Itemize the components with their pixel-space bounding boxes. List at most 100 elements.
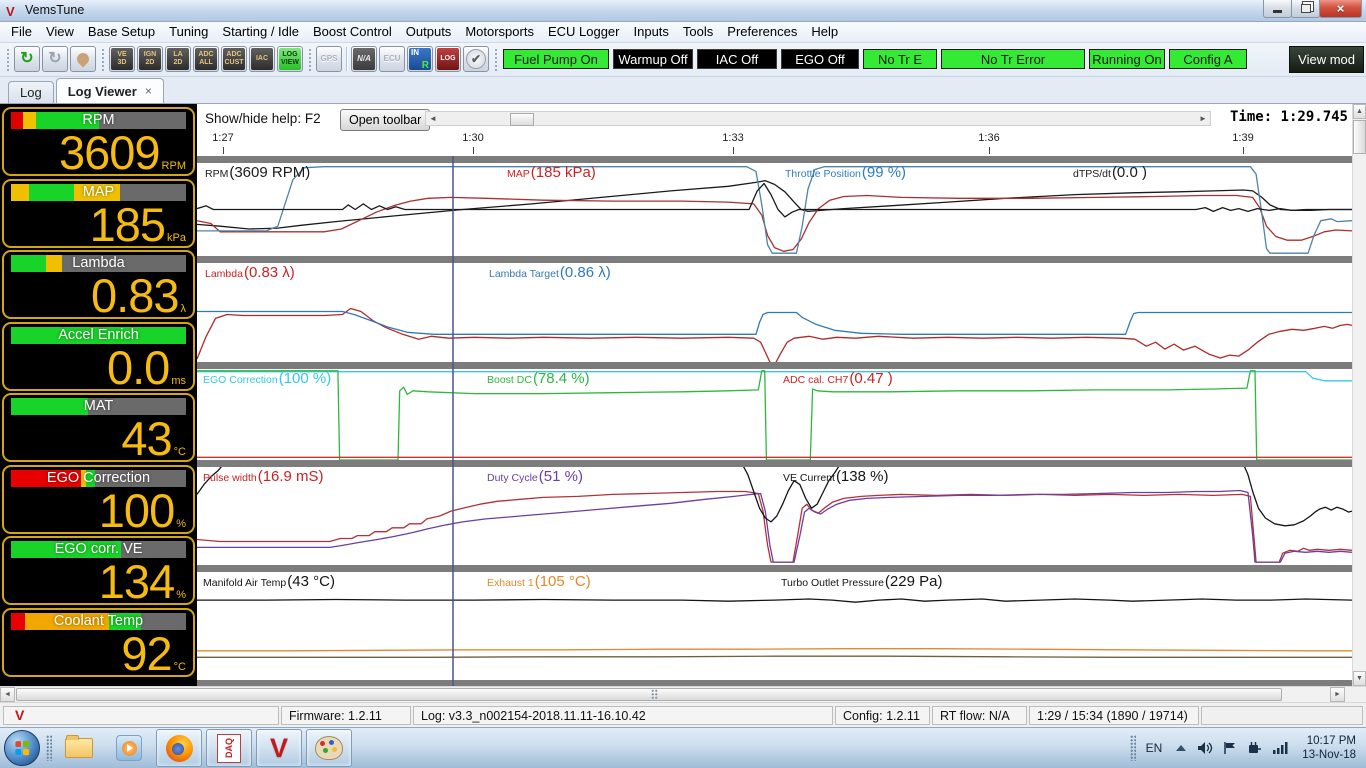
- log-chart-area[interactable]: Show/hide help: F2 Open toolbar ◄ ► Time…: [197, 104, 1352, 686]
- horizontal-scrollbar[interactable]: ◄ ►: [0, 686, 1366, 702]
- chart-scrollbar[interactable]: ◄ ►: [425, 111, 1211, 126]
- ign-2d-button[interactable]: IGN2D: [137, 46, 163, 72]
- scroll-down-icon[interactable]: ▼: [1353, 671, 1366, 686]
- gauge-value: 100: [99, 491, 174, 531]
- menu-item-tuning[interactable]: Tuning: [162, 23, 215, 40]
- status-running-on[interactable]: Running On: [1089, 49, 1165, 69]
- gauge-unit: λ: [181, 303, 187, 316]
- ve-3d-button[interactable]: VE3D: [109, 46, 135, 72]
- iac-button[interactable]: IAC: [249, 46, 275, 72]
- status-fuel-pump-on[interactable]: Fuel Pump On: [503, 49, 609, 69]
- tab-strip: LogLog Viewer×: [0, 77, 1366, 105]
- hscroll-left-icon[interactable]: ◄: [0, 687, 15, 702]
- gauge-panel: RPM3609RPMMAP185kPaLambda0.83λAccel Enri…: [0, 104, 197, 686]
- explorer-taskbar-button[interactable]: [56, 729, 102, 767]
- ecu-button[interactable]: ECU: [379, 46, 405, 72]
- gauge-lambda[interactable]: Lambda0.83λ: [2, 250, 195, 319]
- menu-item-tools[interactable]: Tools: [676, 23, 720, 40]
- gps-button[interactable]: GPS: [316, 46, 342, 72]
- statusbar-filler: [1201, 706, 1363, 725]
- tab-log-viewer[interactable]: Log Viewer×: [56, 78, 164, 103]
- action-center-flag-icon[interactable]: [1223, 741, 1237, 755]
- gauge-rpm[interactable]: RPM3609RPM: [2, 107, 195, 176]
- power-plug-icon[interactable]: [1247, 741, 1262, 755]
- vemstune-icon: V: [270, 735, 288, 762]
- volume-icon[interactable]: [1197, 741, 1213, 755]
- scroll-up-icon[interactable]: ▲: [1353, 104, 1366, 119]
- language-indicator[interactable]: EN: [1146, 741, 1163, 755]
- status-warmup-off[interactable]: Warmup Off: [613, 49, 693, 69]
- minimize-button[interactable]: [1263, 0, 1292, 18]
- vemstune-logo-icon: [6, 3, 20, 17]
- statusbar-config: Config: 1.2.11: [835, 706, 930, 725]
- hscroll-thumb[interactable]: [16, 688, 1282, 701]
- scroll-right-icon[interactable]: ►: [1196, 112, 1210, 125]
- menu-item-view[interactable]: View: [39, 23, 81, 40]
- gauge-ego-correction[interactable]: EGO Correction100%: [2, 465, 195, 534]
- menu-item-motorsports[interactable]: Motorsports: [458, 23, 541, 40]
- sync-disabled-button[interactable]: ↻: [42, 46, 68, 72]
- idaq-taskbar-button[interactable]: DAQ: [206, 729, 252, 767]
- vemstune-taskbar-button[interactable]: V: [256, 729, 302, 767]
- firefox-taskbar-button[interactable]: [156, 729, 202, 767]
- time-tick-mark: [1243, 147, 1244, 154]
- restore-icon: [1301, 4, 1311, 13]
- time-tick-label: 1:36: [978, 132, 999, 144]
- na-button[interactable]: N/A: [351, 46, 377, 72]
- menu-item-boost-control[interactable]: Boost Control: [306, 23, 399, 40]
- menu-item-preferences[interactable]: Preferences: [720, 23, 804, 40]
- menu-item-inputs[interactable]: Inputs: [627, 23, 676, 40]
- tab-log[interactable]: Log: [8, 81, 54, 103]
- tab-close-icon[interactable]: ×: [145, 84, 152, 98]
- vertical-scrollbar[interactable]: ▲ ▼: [1352, 104, 1366, 686]
- show-hidden-icons-icon[interactable]: [1175, 743, 1187, 753]
- menu-item-outputs[interactable]: Outputs: [399, 23, 459, 40]
- statusbar-logo-panel: V: [3, 706, 279, 725]
- network-signal-icon[interactable]: [1272, 741, 1289, 755]
- menu-item-base-setup[interactable]: Base Setup: [81, 23, 162, 40]
- adc-cust-button[interactable]: ADCCUST: [221, 46, 247, 72]
- window-title: VemsTune: [25, 3, 84, 17]
- open-toolbar-button[interactable]: Open toolbar: [340, 109, 430, 131]
- paint-taskbar-button[interactable]: [306, 729, 352, 767]
- gauge-mat[interactable]: MAT43°C: [2, 393, 195, 462]
- view-mode-button[interactable]: View mod: [1289, 46, 1364, 73]
- status-config-a[interactable]: Config A: [1169, 49, 1247, 69]
- gauge-map[interactable]: MAP185kPa: [2, 179, 195, 248]
- log-view-button[interactable]: LOGVIEW: [277, 46, 303, 72]
- log-plot[interactable]: [197, 156, 1352, 686]
- menu-item-starting-idle[interactable]: Starting / Idle: [215, 23, 306, 40]
- media-player-taskbar-button[interactable]: [106, 729, 152, 767]
- status-iac-off[interactable]: IAC Off: [697, 49, 777, 69]
- scroll-left-icon[interactable]: ◄: [426, 112, 440, 125]
- idaq-icon: DAQ: [217, 734, 241, 763]
- burn-button[interactable]: [70, 46, 96, 72]
- menu-item-ecu-logger[interactable]: ECU Logger: [541, 23, 627, 40]
- explorer-icon: [65, 738, 93, 758]
- gauge-ego-corr-ve[interactable]: EGO corr. VE134%: [2, 536, 195, 605]
- clock[interactable]: 10:17 PM 13-Nov-18: [1302, 734, 1356, 762]
- gauge-unit: °C: [174, 661, 186, 674]
- restore-button[interactable]: [1291, 0, 1320, 18]
- vscroll-thumb[interactable]: [1353, 120, 1366, 154]
- adc-all-button[interactable]: ADCALL: [193, 46, 219, 72]
- scroll-thumb[interactable]: [510, 113, 534, 126]
- hscroll-right-icon[interactable]: ►: [1330, 687, 1345, 702]
- gauge-accel-enrich[interactable]: Accel Enrich0.0ms: [2, 322, 195, 391]
- in-r-button[interactable]: INR: [407, 46, 433, 72]
- adc-cust-button-icon: ADCCUST: [223, 48, 245, 70]
- la-2d-button[interactable]: LA2D: [165, 46, 191, 72]
- splitter-grip[interactable]: [651, 689, 658, 700]
- status-no-tr-e[interactable]: No Tr E: [863, 49, 937, 69]
- sync-button[interactable]: ↻: [14, 46, 40, 72]
- status-no-tr-error[interactable]: No Tr Error: [941, 49, 1085, 69]
- gauge-coolant-temp[interactable]: Coolant Temp92°C: [2, 608, 195, 677]
- close-button[interactable]: ×: [1319, 0, 1362, 18]
- menu-item-help[interactable]: Help: [804, 23, 845, 40]
- menu-item-file[interactable]: File: [4, 23, 39, 40]
- status-ego-off[interactable]: EGO Off: [781, 49, 859, 69]
- start-button[interactable]: [4, 730, 40, 766]
- iac-button-icon: IAC: [251, 48, 273, 70]
- log-button[interactable]: LOG: [435, 46, 461, 72]
- ok-button[interactable]: ✔: [463, 46, 489, 72]
